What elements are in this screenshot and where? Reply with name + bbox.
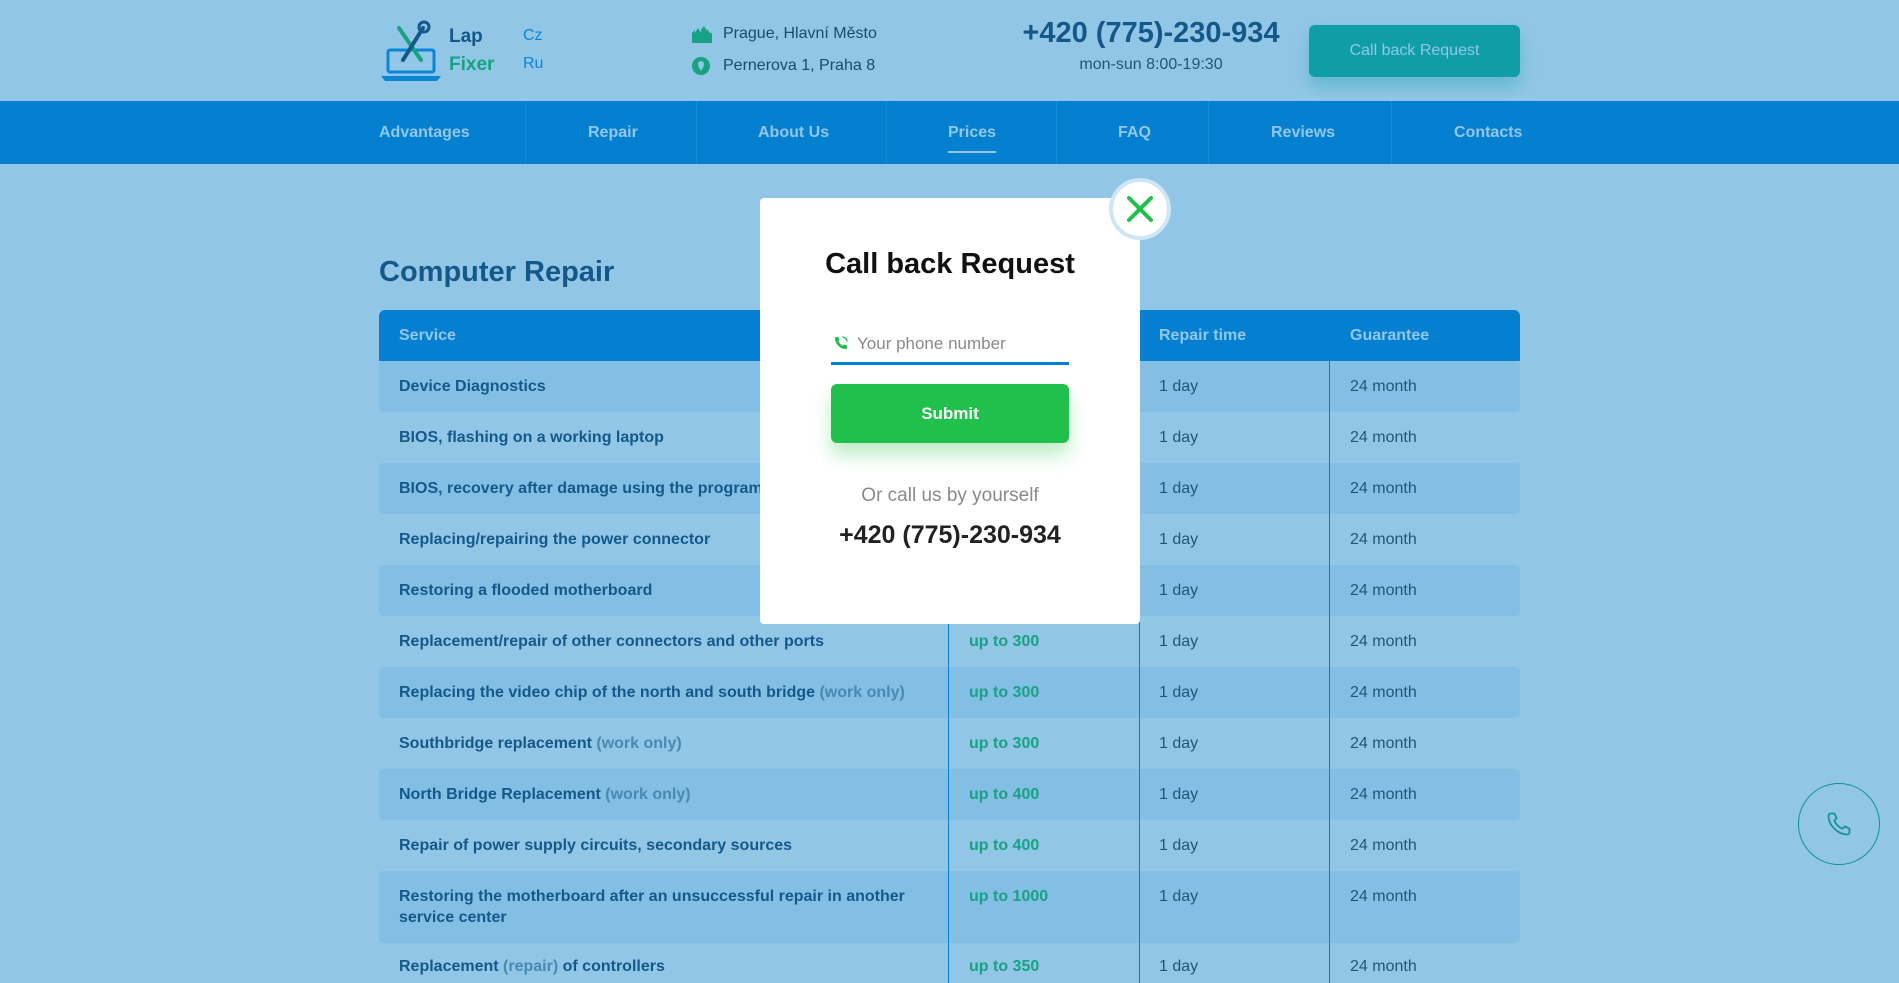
- phone-field: [831, 325, 1069, 365]
- modal-phone-link[interactable]: +420 (775)-230-934: [760, 521, 1140, 550]
- phone-icon: [835, 336, 848, 349]
- or-call-text: Or call us by yourself: [861, 485, 1039, 506]
- phone-input[interactable]: [857, 329, 1065, 359]
- submit-button[interactable]: Submit: [831, 384, 1069, 443]
- page: Lap Fixer Cz Ru Prague, Hlavní Město Per…: [0, 0, 1899, 983]
- callback-modal: Call back Request Submit Or call us by y…: [760, 198, 1140, 624]
- close-modal-button[interactable]: [1109, 178, 1171, 240]
- modal-title: Call back Request: [825, 248, 1075, 280]
- close-icon: [1127, 196, 1153, 222]
